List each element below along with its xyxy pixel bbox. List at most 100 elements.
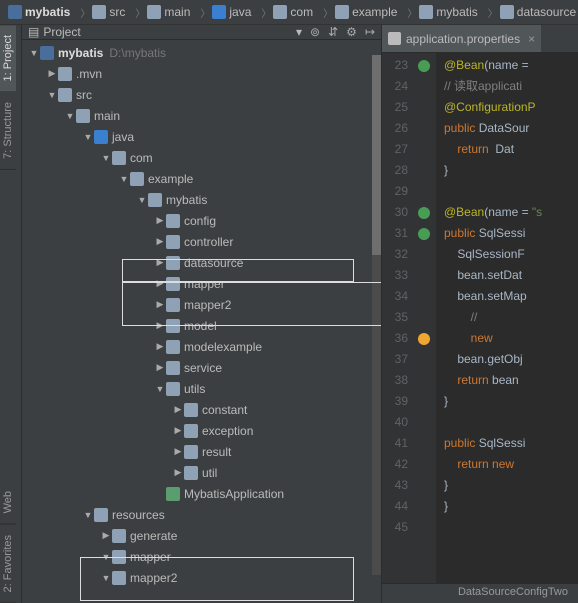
tab-application-properties[interactable]: application.properties × [382, 25, 541, 52]
code-line [444, 412, 578, 433]
chevron-right-icon: 〉 [80, 5, 90, 20]
folder-icon [184, 445, 198, 459]
run-icon[interactable] [418, 60, 430, 72]
editor-body[interactable]: 2324252627282930313233343536373839404142… [382, 53, 578, 583]
code-area[interactable]: @Bean(name = // 读取applicati@Configuratio… [436, 53, 578, 583]
chevron-right-icon[interactable]: ▶ [172, 446, 184, 457]
chevron-down-icon[interactable]: ▼ [154, 384, 166, 394]
tree-node-com[interactable]: ▼com [22, 147, 381, 168]
tree-node-exception[interactable]: ▶exception [22, 420, 381, 441]
tree-node-constant[interactable]: ▶constant [22, 399, 381, 420]
chevron-right-icon[interactable]: ▶ [172, 467, 184, 478]
crumb-example[interactable]: 〉example [317, 3, 401, 22]
folder-icon [94, 508, 108, 522]
crumb-label: main [164, 5, 190, 19]
chevron-right-icon[interactable]: ▶ [154, 278, 166, 289]
chevron-right-icon[interactable]: ▶ [172, 404, 184, 415]
vtab-structure[interactable]: 7: Structure [0, 92, 16, 170]
tree-node-mapper2[interactable]: ▶mapper2 [22, 294, 381, 315]
folder-icon [147, 5, 161, 19]
chevron-right-icon[interactable]: ▶ [172, 425, 184, 436]
chevron-right-icon[interactable]: ▶ [154, 320, 166, 331]
project-toolbar-title[interactable]: Project [43, 25, 296, 39]
folder-icon [166, 277, 180, 291]
vtab-project[interactable]: 1: Project [0, 25, 16, 92]
tree-scrollbar[interactable] [372, 55, 382, 575]
chevron-right-icon[interactable]: ▶ [46, 68, 58, 79]
line-number: 35 [382, 307, 408, 328]
chevron-down-icon[interactable]: ▼ [82, 132, 94, 142]
run-icon[interactable] [418, 228, 430, 240]
tree-node-datasource[interactable]: ▶datasource [22, 252, 381, 273]
chevron-down-icon[interactable]: ▼ [46, 90, 58, 100]
chevron-down-icon[interactable]: ▼ [100, 573, 112, 583]
tree-node-result[interactable]: ▶result [22, 441, 381, 462]
tree-node-utils[interactable]: ▼utils [22, 378, 381, 399]
chevron-down-icon[interactable]: ▼ [64, 111, 76, 121]
tree-node-mapper[interactable]: ▼mapper [22, 546, 381, 567]
tree-node-model[interactable]: ▶model [22, 315, 381, 336]
tree-node-src[interactable]: ▼ src [22, 84, 381, 105]
tree-node-mapper2[interactable]: ▼mapper2 [22, 567, 381, 588]
crumb-main[interactable]: 〉main [129, 3, 194, 22]
tree-node-service[interactable]: ▶service [22, 357, 381, 378]
crumb-datasource[interactable]: 〉datasource [482, 3, 578, 22]
tree-node-example[interactable]: ▼example [22, 168, 381, 189]
crumb-label: com [290, 5, 313, 19]
tree-node-controller[interactable]: ▶ controller [22, 231, 381, 252]
dropdown-icon[interactable]: ▾ [296, 25, 302, 39]
collapse-icon[interactable]: ⇵ [328, 25, 338, 39]
folder-icon [273, 5, 287, 19]
chevron-right-icon[interactable]: ▶ [154, 215, 166, 226]
tree-node-resources[interactable]: ▼resources [22, 504, 381, 525]
chevron-right-icon[interactable]: ▶ [154, 341, 166, 352]
hide-icon[interactable]: ↦ [365, 25, 375, 39]
code-line [444, 181, 578, 202]
tree-node-MybatisApplication[interactable]: MybatisApplication [22, 483, 381, 504]
folder-icon [166, 256, 180, 270]
chevron-down-icon[interactable]: ▼ [28, 48, 40, 58]
tree-node-mybatis[interactable]: ▼mybatisD:\mybatis [22, 42, 381, 63]
tree-node-generate[interactable]: ▶generate [22, 525, 381, 546]
crumb-src[interactable]: 〉src [74, 3, 129, 22]
tree-node-config[interactable]: ▶config [22, 210, 381, 231]
chevron-right-icon[interactable]: ▶ [154, 257, 166, 268]
bulb-icon[interactable] [418, 333, 430, 345]
tree-node-java[interactable]: ▼java [22, 126, 381, 147]
folder-icon [94, 130, 108, 144]
vtab-favorites[interactable]: 2: Favorites [0, 525, 16, 603]
close-icon[interactable]: × [528, 32, 535, 46]
scroll-thumb[interactable] [372, 55, 382, 255]
crumb-mybatis[interactable]: 〉mybatis [401, 3, 481, 22]
tree-node-util[interactable]: ▶util [22, 462, 381, 483]
chevron-right-icon[interactable]: ▶ [154, 299, 166, 310]
crumb-com[interactable]: 〉com [255, 3, 317, 22]
locate-icon[interactable]: ⊚ [310, 25, 320, 39]
project-toolbar: ▤ Project ▾ ⊚ ⇵ ⚙ ↦ [22, 25, 381, 40]
crumb-java[interactable]: 〉java [194, 3, 255, 22]
tree-node-modelexample[interactable]: ▶modelexample [22, 336, 381, 357]
tree-node-main[interactable]: ▼main [22, 105, 381, 126]
tree-node-mybatis[interactable]: ▼mybatis [22, 189, 381, 210]
line-gutter: 2324252627282930313233343536373839404142… [382, 53, 412, 583]
line-number: 41 [382, 433, 408, 454]
chevron-down-icon[interactable]: ▼ [118, 174, 130, 184]
chevron-right-icon[interactable]: ▶ [100, 530, 112, 541]
tree-label: controller [184, 235, 233, 249]
vertical-tabs: 1: Project 7: Structure Web 2: Favorites [0, 25, 22, 603]
chevron-right-icon[interactable]: ▶ [154, 236, 166, 247]
crumb-label: java [229, 5, 251, 19]
folder-icon [184, 403, 198, 417]
tree-node-mapper[interactable]: ▶mapper [22, 273, 381, 294]
chevron-down-icon[interactable]: ▼ [100, 153, 112, 163]
tree-node-.mvn[interactable]: ▶.mvn [22, 63, 381, 84]
chevron-down-icon[interactable]: ▼ [100, 552, 112, 562]
chevron-right-icon[interactable]: ▶ [154, 362, 166, 373]
run-icon[interactable] [418, 207, 430, 219]
vtab-web[interactable]: Web [0, 481, 16, 524]
chevron-down-icon[interactable]: ▼ [82, 510, 94, 520]
tree-label: src [76, 88, 92, 102]
crumb-mybatis[interactable]: mybatis [4, 3, 74, 21]
chevron-down-icon[interactable]: ▼ [136, 195, 148, 205]
gear-icon[interactable]: ⚙ [346, 25, 357, 39]
